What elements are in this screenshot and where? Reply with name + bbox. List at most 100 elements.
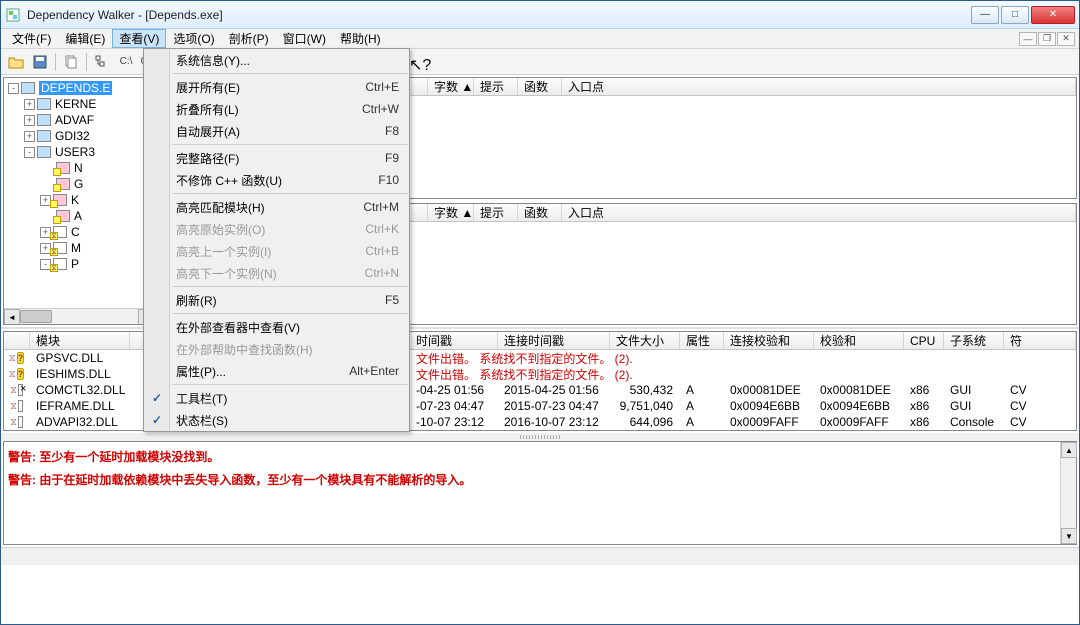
tb-fullpath-icon[interactable]: C:\ bbox=[115, 51, 137, 73]
col-function[interactable]: 函数 bbox=[518, 78, 562, 95]
menu-item-shortcut: F8 bbox=[385, 124, 399, 138]
menu-options[interactable]: 选项(O) bbox=[166, 29, 221, 48]
tree-node[interactable]: G bbox=[6, 176, 152, 192]
menu-view[interactable]: 查看(V) bbox=[112, 29, 166, 48]
maximize-button[interactable]: □ bbox=[1001, 6, 1029, 24]
menu-item[interactable]: 展开所有(E) Ctrl+E bbox=[144, 76, 409, 98]
menu-help[interactable]: 帮助(H) bbox=[333, 29, 388, 48]
col-entrypoint[interactable]: 入口点 bbox=[562, 78, 1076, 95]
menu-item-shortcut: Ctrl+N bbox=[365, 266, 399, 280]
tree-toggle-icon[interactable]: - bbox=[8, 83, 19, 94]
scroll-left-icon[interactable]: ◄ bbox=[4, 309, 20, 325]
tree-node[interactable]: +ADVAF bbox=[6, 112, 152, 128]
col-function2[interactable]: 函数 bbox=[518, 204, 562, 221]
tree-node[interactable]: N bbox=[6, 160, 152, 176]
tree-node-label: G bbox=[74, 177, 83, 191]
mod-col-attr[interactable]: 属性 bbox=[680, 332, 724, 349]
mod-col-cpu[interactable]: CPU bbox=[904, 332, 944, 349]
module-cell: 9,751,040 bbox=[610, 399, 680, 413]
tree-hscroll[interactable]: ◄ ► bbox=[4, 308, 154, 324]
module-cell: CV bbox=[1004, 415, 1034, 429]
tree-node[interactable]: A bbox=[6, 208, 152, 224]
menu-item[interactable]: 在外部查看器中查看(V) bbox=[144, 316, 409, 338]
module-cell: x86 bbox=[904, 415, 944, 429]
scroll-down-icon[interactable]: ▼ bbox=[1061, 528, 1077, 544]
menu-item-label: 状态栏(S) bbox=[176, 412, 228, 429]
menu-item[interactable]: ✓工具栏(T) bbox=[144, 387, 409, 409]
view-menu-dropdown: 系统信息(Y)... 展开所有(E) Ctrl+E 折叠所有(L)Ctrl+W自动展开… bbox=[143, 48, 410, 432]
col-entrypoint2[interactable]: 入口点 bbox=[562, 204, 1076, 221]
splitter[interactable] bbox=[1, 433, 1079, 441]
tree-node[interactable]: -⧖P bbox=[6, 256, 152, 272]
titlebar[interactable]: Dependency Walker - [Depends.exe] — □ ✕ bbox=[1, 1, 1079, 29]
col-ordinal2[interactable]: 字数 ▲ bbox=[428, 204, 474, 221]
log-vscroll[interactable]: ▲ ▼ bbox=[1060, 442, 1076, 544]
tree-node[interactable]: +K bbox=[6, 192, 152, 208]
tree-node-label: USER3 bbox=[55, 145, 95, 159]
tb-copy-icon[interactable] bbox=[60, 51, 82, 73]
log-pane[interactable]: 警告: 至少有一个延时加载模块没找到。 警告: 由于在延时加载依赖模块中丢失导入… bbox=[3, 441, 1077, 545]
minimize-button[interactable]: — bbox=[971, 6, 999, 24]
mod-col-sub[interactable]: 子系统 bbox=[944, 332, 1004, 349]
statusbar bbox=[1, 547, 1079, 565]
menu-item: 在外部帮助中查找函数(H) bbox=[144, 338, 409, 360]
tree-node[interactable]: - USER3 bbox=[6, 144, 152, 160]
mdi-close-button[interactable]: ✕ bbox=[1057, 32, 1075, 46]
tb-open-icon[interactable] bbox=[5, 51, 27, 73]
menu-item[interactable]: 不修饰 C++ 函数(U)F10 bbox=[144, 169, 409, 191]
tree-node[interactable]: +GDI32 bbox=[6, 128, 152, 144]
menu-item[interactable]: 刷新(R)F5 bbox=[144, 289, 409, 311]
menu-item[interactable]: 完整路径(F)F9 bbox=[144, 147, 409, 169]
mod-col-linkts[interactable]: 连接时间戳 bbox=[498, 332, 610, 349]
menu-item[interactable]: 折叠所有(L)Ctrl+W bbox=[144, 98, 409, 120]
mdi-restore-button[interactable]: ❐ bbox=[1038, 32, 1056, 46]
tree-toggle-icon[interactable]: + bbox=[24, 99, 35, 110]
mod-col-ts[interactable]: 时间戳 bbox=[410, 332, 498, 349]
close-button[interactable]: ✕ bbox=[1031, 6, 1075, 24]
scroll-up-icon[interactable]: ▲ bbox=[1061, 442, 1077, 458]
tree-node-label: DEPENDS.E bbox=[39, 81, 112, 95]
module-cell: -04-25 01:56 bbox=[410, 383, 498, 397]
scroll-thumb[interactable] bbox=[20, 310, 52, 323]
menu-item[interactable]: 属性(P)...Alt+Enter bbox=[144, 360, 409, 382]
col-hint2[interactable]: 提示 bbox=[474, 204, 518, 221]
menu-item[interactable]: ✓状态栏(S) bbox=[144, 409, 409, 431]
mod-col-module[interactable]: 模块 bbox=[30, 332, 130, 349]
menu-item: 高亮原始实例(O)Ctrl+K bbox=[144, 218, 409, 240]
module-name: ADVAPI32.DLL bbox=[30, 415, 130, 429]
mod-col-chk[interactable]: 校验和 bbox=[814, 332, 904, 349]
menu-file[interactable]: 文件(F) bbox=[5, 29, 58, 48]
mod-col-size[interactable]: 文件大小 bbox=[610, 332, 680, 349]
menu-item-shortcut: F10 bbox=[378, 173, 399, 187]
menu-item-shortcut: Ctrl+E bbox=[365, 80, 399, 94]
menu-item-label: 刷新(R) bbox=[176, 292, 217, 309]
menu-item[interactable]: 自动展开(A)F8 bbox=[144, 120, 409, 142]
module-cell: 0x00081DEE bbox=[724, 383, 814, 397]
module-cell: 0x0009FAFF bbox=[814, 415, 904, 429]
menu-item[interactable]: 系统信息(Y)... bbox=[144, 49, 409, 71]
tree-toggle-icon[interactable]: + bbox=[24, 115, 35, 126]
menu-item: 高亮下一个实例(N)Ctrl+N bbox=[144, 262, 409, 284]
tree-toggle-icon[interactable]: - bbox=[24, 147, 35, 158]
tree-node[interactable]: +⧖C bbox=[6, 224, 152, 240]
module-cell: 0x0094E6BB bbox=[814, 399, 904, 413]
menu-edit[interactable]: 编辑(E) bbox=[58, 29, 112, 48]
mod-col-icon[interactable] bbox=[4, 332, 30, 349]
tree-node[interactable]: +⧖M bbox=[6, 240, 152, 256]
module-icon bbox=[56, 210, 70, 222]
tb-autoexpand-icon[interactable] bbox=[91, 51, 113, 73]
module-tree-pane[interactable]: -DEPENDS.E+KERNE+ADVAF+GDI32-USER3NG+KA+… bbox=[3, 77, 155, 325]
menu-window[interactable]: 窗口(W) bbox=[276, 29, 333, 48]
tree-node[interactable]: +KERNE bbox=[6, 96, 152, 112]
mdi-minimize-button[interactable]: — bbox=[1019, 32, 1037, 46]
tree-node[interactable]: - DEPENDS.E bbox=[6, 80, 152, 96]
menu-item[interactable]: 高亮匹配模块(H)Ctrl+M bbox=[144, 196, 409, 218]
menu-item-label: 展开所有(E) bbox=[176, 79, 240, 96]
col-ordinal[interactable]: 字数 ▲ bbox=[428, 78, 474, 95]
menu-profile[interactable]: 剖析(P) bbox=[222, 29, 276, 48]
tree-toggle-icon[interactable]: + bbox=[24, 131, 35, 142]
mod-col-sym[interactable]: 符 bbox=[1004, 332, 1076, 349]
mod-col-linkchk[interactable]: 连接校验和 bbox=[724, 332, 814, 349]
col-hint[interactable]: 提示 bbox=[474, 78, 518, 95]
tb-save-icon[interactable] bbox=[29, 51, 51, 73]
